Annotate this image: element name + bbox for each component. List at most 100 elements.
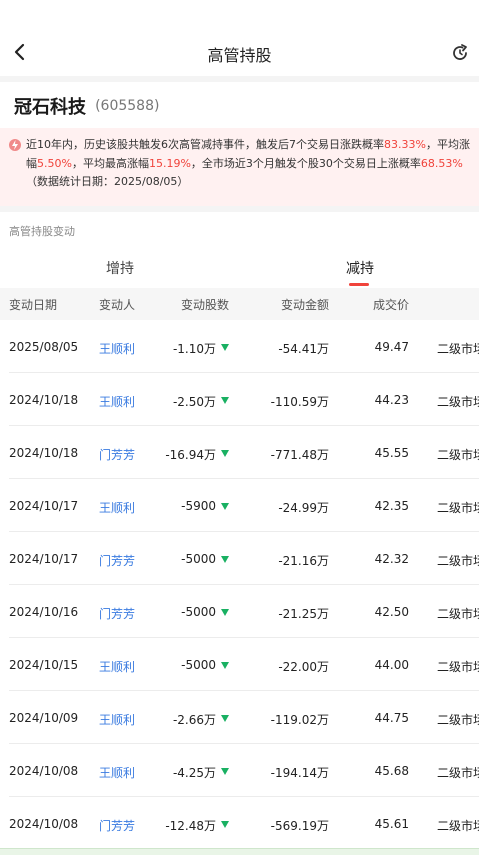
tab-decrease[interactable]: 减持 [346, 258, 374, 278]
tab-bar: 增持 减持 [0, 250, 479, 286]
row-shares: -1.10万 [172, 342, 216, 356]
down-triangle-icon [221, 503, 229, 510]
row-type: 二级市场 [437, 607, 479, 621]
stock-heading: 冠石科技 (605588) [14, 93, 160, 118]
row-amount: -54.41万 [278, 342, 329, 356]
table-row[interactable]: 2024/10/08 门芳芳 -12.48万 -569.19万 45.61 二级… [0, 797, 479, 850]
row-type: 二级市场 [437, 819, 479, 833]
col-person: 变动人 [99, 298, 136, 312]
table-row[interactable]: 2024/10/17 门芳芳 -5000 -21.16万 42.32 二级市场 [0, 532, 479, 585]
row-person[interactable]: 王顺利 [99, 393, 135, 410]
col-price: 成交价 [373, 298, 410, 312]
row-date: 2024/10/08 [9, 817, 79, 831]
row-type: 二级市场 [437, 554, 479, 568]
down-triangle-icon [221, 450, 229, 457]
col-shares: 变动股数 [181, 298, 230, 312]
row-date: 2025/08/05 [9, 340, 79, 354]
row-person[interactable]: 王顺利 [99, 499, 135, 516]
down-triangle-icon [221, 768, 229, 775]
row-person[interactable]: 门芳芳 [99, 446, 135, 463]
table-row[interactable]: 2024/10/17 王顺利 -5900 -24.99万 42.35 二级市场 [0, 479, 479, 532]
avg-max-gain: 15.19% [148, 156, 191, 170]
table-row[interactable]: 2024/10/15 王顺利 -5000 -22.00万 44.00 二级市场 [0, 638, 479, 691]
down-triangle-icon [221, 397, 229, 404]
down-triangle-icon [221, 609, 229, 616]
notice-part: ，全市场近3个月触发个股30个交易日上涨概率 [190, 156, 421, 170]
row-shares: -5000 [181, 658, 216, 672]
divider [0, 206, 479, 212]
row-type: 二级市场 [437, 660, 479, 674]
table-row[interactable]: 2024/10/08 王顺利 -4.25万 -194.14万 45.68 二级市… [0, 744, 479, 797]
row-type: 二级市场 [437, 395, 479, 409]
row-price: 45.68 [374, 764, 409, 778]
refresh-button[interactable] [449, 42, 471, 64]
row-type: 二级市场 [437, 342, 479, 356]
section-title: 高管持股变动 [9, 225, 75, 238]
table-row[interactable]: 2024/10/18 王顺利 -2.50万 -110.59万 44.23 二级市… [0, 373, 479, 426]
table-row[interactable]: 2024/10/16 门芳芳 -5000 -21.25万 42.50 二级市场 [0, 585, 479, 638]
row-type: 二级市场 [437, 448, 479, 462]
down-triangle-icon [221, 556, 229, 563]
stat-date: （数据统计日期：2025/08/05） [26, 175, 189, 188]
row-amount: -22.00万 [278, 660, 329, 674]
row-price: 42.32 [374, 552, 409, 566]
market-rise-probability: 68.53% [420, 156, 463, 170]
row-amount: -771.48万 [270, 448, 329, 462]
row-person[interactable]: 门芳芳 [99, 552, 135, 569]
row-date: 2024/10/08 [9, 764, 79, 778]
row-person[interactable]: 门芳芳 [99, 817, 135, 834]
table-header: 变动日期 变动人 变动股数 变动金额 成交价 [0, 288, 479, 320]
refresh-icon [453, 44, 467, 60]
page-title: 高管持股 [207, 46, 272, 65]
row-shares: -2.66万 [172, 713, 216, 727]
notice-part: 近10年内，历史该股共触发6次高管减持事件，触发后7个交易日涨跌概率 [26, 138, 384, 151]
statistics-notice: 近10年内，历史该股共触发6次高管减持事件，触发后7个交易日涨跌概率83.33%… [0, 128, 479, 206]
divider [0, 76, 479, 82]
row-person[interactable]: 王顺利 [99, 711, 135, 728]
info-icon [9, 139, 21, 151]
row-amount: -194.14万 [270, 766, 329, 780]
row-price: 44.23 [374, 393, 409, 407]
row-shares: -5900 [181, 499, 216, 513]
down-triangle-icon [221, 344, 229, 351]
row-amount: -569.19万 [270, 819, 329, 833]
stock-name: 冠石科技 [14, 97, 86, 118]
row-amount: -110.59万 [270, 395, 329, 409]
row-date: 2024/10/17 [9, 552, 79, 566]
row-date: 2024/10/17 [9, 499, 79, 513]
row-amount: -24.99万 [278, 501, 329, 515]
rise-probability: 83.33% [384, 138, 426, 151]
down-triangle-icon [221, 821, 229, 828]
row-amount: -21.16万 [278, 554, 329, 568]
table-row[interactable]: 2024/10/09 王顺利 -2.66万 -119.02万 44.75 二级市… [0, 691, 479, 744]
active-tab-indicator [349, 283, 369, 286]
notice-part: ，平均最高涨幅 [71, 156, 149, 170]
row-shares: -16.94万 [165, 448, 216, 462]
row-date: 2024/10/18 [9, 393, 79, 407]
row-price: 44.75 [374, 711, 409, 725]
row-shares: -5000 [181, 605, 216, 619]
table-row[interactable]: 2024/10/18 门芳芳 -16.94万 -771.48万 45.55 二级… [0, 426, 479, 479]
down-triangle-icon [221, 715, 229, 722]
row-price: 44.00 [374, 658, 409, 672]
row-person[interactable]: 王顺利 [99, 340, 135, 357]
row-shares: -5000 [181, 552, 216, 566]
tab-increase[interactable]: 增持 [106, 258, 134, 278]
notice-text: 近10年内，历史该股共触发6次高管减持事件，触发后7个交易日涨跌概率83.33%… [26, 136, 476, 192]
row-person[interactable]: 门芳芳 [99, 605, 135, 622]
bottom-banner-edge [0, 848, 479, 855]
table-row[interactable]: 2025/08/05 王顺利 -1.10万 -54.41万 49.47 二级市场 [0, 320, 479, 373]
stock-code: (605588) [95, 98, 160, 114]
row-person[interactable]: 王顺利 [99, 658, 135, 675]
row-amount: -119.02万 [270, 713, 329, 727]
row-person[interactable]: 王顺利 [99, 764, 135, 781]
row-date: 2024/10/09 [9, 711, 79, 725]
row-price: 42.35 [374, 499, 409, 513]
col-date: 变动日期 [9, 298, 58, 312]
row-date: 2024/10/18 [9, 446, 79, 460]
top-nav-bar: 高管持股 [0, 28, 479, 76]
row-price: 45.55 [374, 446, 409, 460]
row-type: 二级市场 [437, 766, 479, 780]
avg-gain: 5.50% [37, 156, 72, 170]
row-shares: -2.50万 [172, 395, 216, 409]
